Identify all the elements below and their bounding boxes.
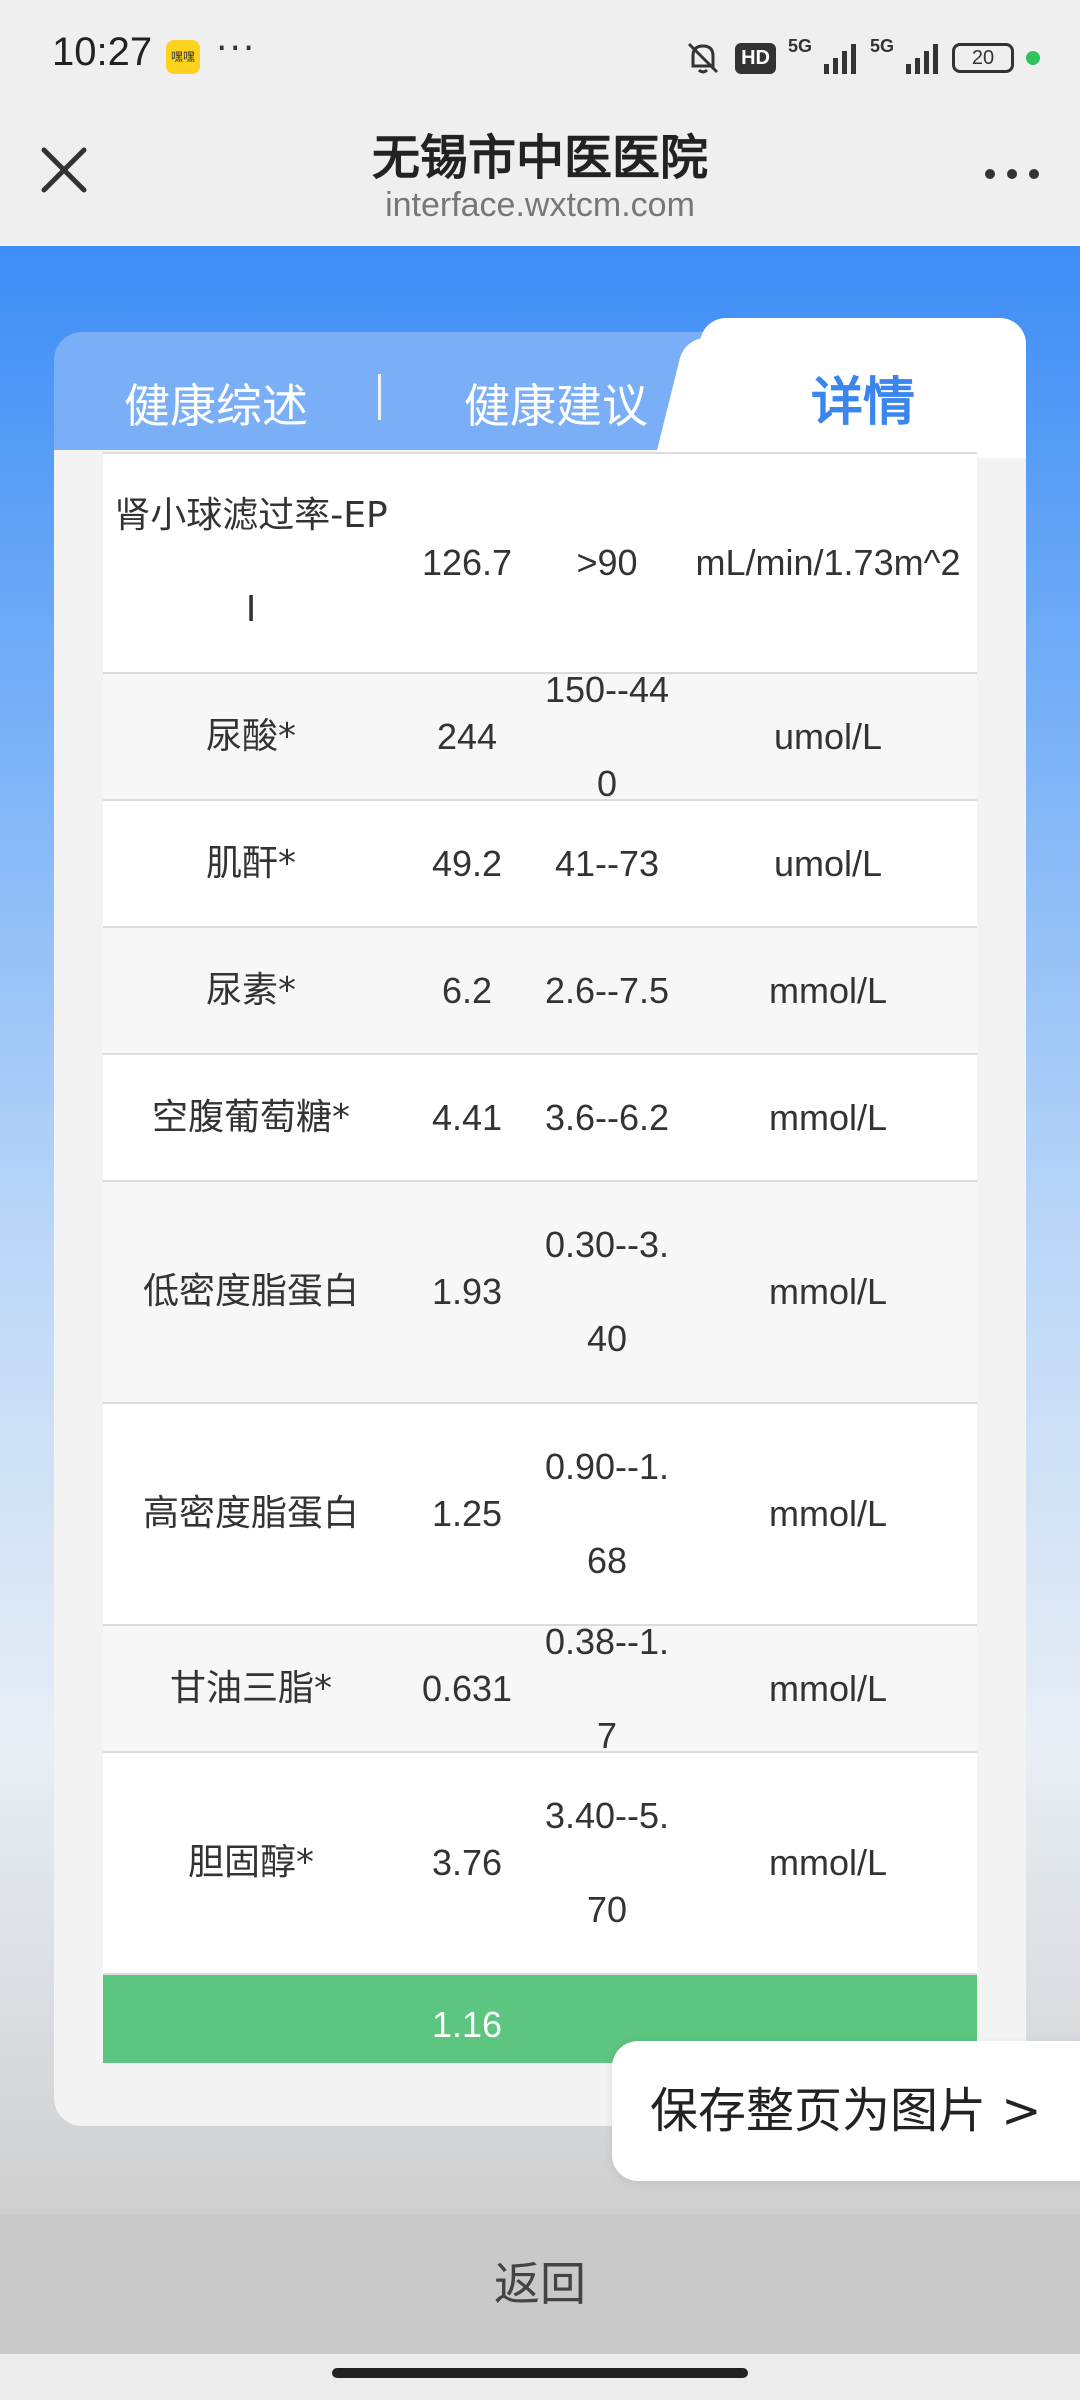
title-bar: 无锡市中医医院 interface.wxtcm.com <box>0 118 1080 246</box>
back-button[interactable]: 返回 <box>0 2214 1080 2354</box>
test-value: 49.2 <box>431 842 503 884</box>
tab-health-summary[interactable]: 健康综述 <box>54 332 378 450</box>
test-value: 3.76 <box>431 1842 503 1883</box>
content-area: 健康综述 健康建议 详情 肾小球滤过率-EPI 126.7 >90 mL/min… <box>0 246 1080 2214</box>
table-row: 空腹葡萄糖* 4.41 3.6--6.2 mmol/L <box>103 1055 977 1182</box>
table-row: 甘油三脂* 0.631 0.38--1.7 mmol/L <box>103 1621 977 1756</box>
tab-divider <box>378 374 381 420</box>
network-label-2: 5G <box>869 36 894 56</box>
test-unit: mmol/L <box>768 1096 888 1138</box>
test-name: 甘油三脂* <box>169 1667 332 1709</box>
test-range: >90 <box>576 542 638 583</box>
status-bar: 10:27 嘿嘿 ··· HD 5G 5G 20 <box>0 0 1080 118</box>
battery-icon: 20 <box>952 43 1014 73</box>
test-range: 3.40--5.70 <box>544 1795 670 1930</box>
privacy-indicator-dot <box>1026 51 1040 65</box>
test-name: 尿酸* <box>205 715 296 757</box>
table-row: 低密度脂蛋白 1.93 0.30--3.40 mmol/L <box>103 1182 977 1404</box>
save-page-as-image-button[interactable]: 保存整页为图片 > <box>612 2041 1080 2181</box>
test-value: 1.16 <box>431 2004 503 2045</box>
test-value: 1.25 <box>431 1493 503 1534</box>
test-name: 高密度脂蛋白 <box>142 1493 359 1534</box>
signal-icon <box>823 44 856 74</box>
test-unit: mmol/L <box>768 1271 888 1312</box>
table-row: 高密度脂蛋白 1.25 0.90--1.68 mmol/L <box>103 1404 977 1626</box>
network-label: 5G <box>787 36 812 56</box>
test-unit: mmol/L <box>768 1842 888 1883</box>
test-value: 0.631 <box>421 1667 513 1709</box>
table-row: 胆固醇* 3.76 3.40--5.70 mmol/L <box>103 1753 977 1975</box>
bell-muted-icon <box>688 42 719 74</box>
test-range: 41--73 <box>554 842 660 884</box>
test-unit: umol/L <box>773 842 883 884</box>
status-more-icon: ··· <box>216 28 257 69</box>
signal-icon-2 <box>906 44 938 74</box>
more-options-icon[interactable] <box>980 148 1044 202</box>
test-unit: mmol/L <box>768 1493 888 1534</box>
test-name: 空腹葡萄糖* <box>151 1096 350 1138</box>
test-name: 肾小球滤过率-EPI <box>114 495 388 630</box>
test-range: 2.6--7.5 <box>544 969 670 1011</box>
test-value: 1.93 <box>431 1271 503 1312</box>
results-table: 肾小球滤过率-EPI 126.7 >90 mL/min/1.73m^2 尿酸* … <box>103 452 977 2063</box>
test-unit: mL/min/1.73m^2 <box>695 542 961 583</box>
test-name: 低密度脂蛋白 <box>142 1271 359 1312</box>
table-row: 尿酸* 244 150--440 umol/L <box>103 669 977 804</box>
tab-detail[interactable]: 详情 <box>700 318 1026 458</box>
page-title: 无锡市中医医院 <box>371 130 708 186</box>
table-row: 肌酐* 49.2 41--73 umol/L <box>103 801 977 928</box>
app-notification-icon: 嘿嘿 <box>166 40 200 74</box>
test-name: 肌酐* <box>205 842 296 884</box>
test-range: 0.30--3.40 <box>544 1224 670 1359</box>
test-unit: mmol/L <box>768 1667 888 1709</box>
status-indicators: HD 5G 5G 20 <box>683 36 1040 80</box>
test-range: 0.90--1.68 <box>544 1446 670 1581</box>
system-nav-area <box>0 2354 1080 2400</box>
test-unit: mmol/L <box>768 969 888 1011</box>
test-value: 244 <box>436 715 498 757</box>
test-value: 126.7 <box>421 542 513 583</box>
test-name: 胆固醇* <box>187 1842 314 1883</box>
page-domain: interface.wxtcm.com <box>385 186 695 224</box>
test-range: 3.6--6.2 <box>544 1096 670 1138</box>
hd-badge: HD <box>735 42 776 74</box>
test-unit: umol/L <box>773 715 883 757</box>
home-indicator[interactable] <box>332 2368 748 2378</box>
test-value: 6.2 <box>441 969 493 1011</box>
table-row: 尿素* 6.2 2.6--7.5 mmol/L <box>103 928 977 1055</box>
test-name: 尿素* <box>205 969 296 1011</box>
table-row: 肾小球滤过率-EPI 126.7 >90 mL/min/1.73m^2 <box>103 454 977 674</box>
status-time: 10:27 <box>52 30 153 74</box>
test-value: 4.41 <box>431 1096 503 1138</box>
